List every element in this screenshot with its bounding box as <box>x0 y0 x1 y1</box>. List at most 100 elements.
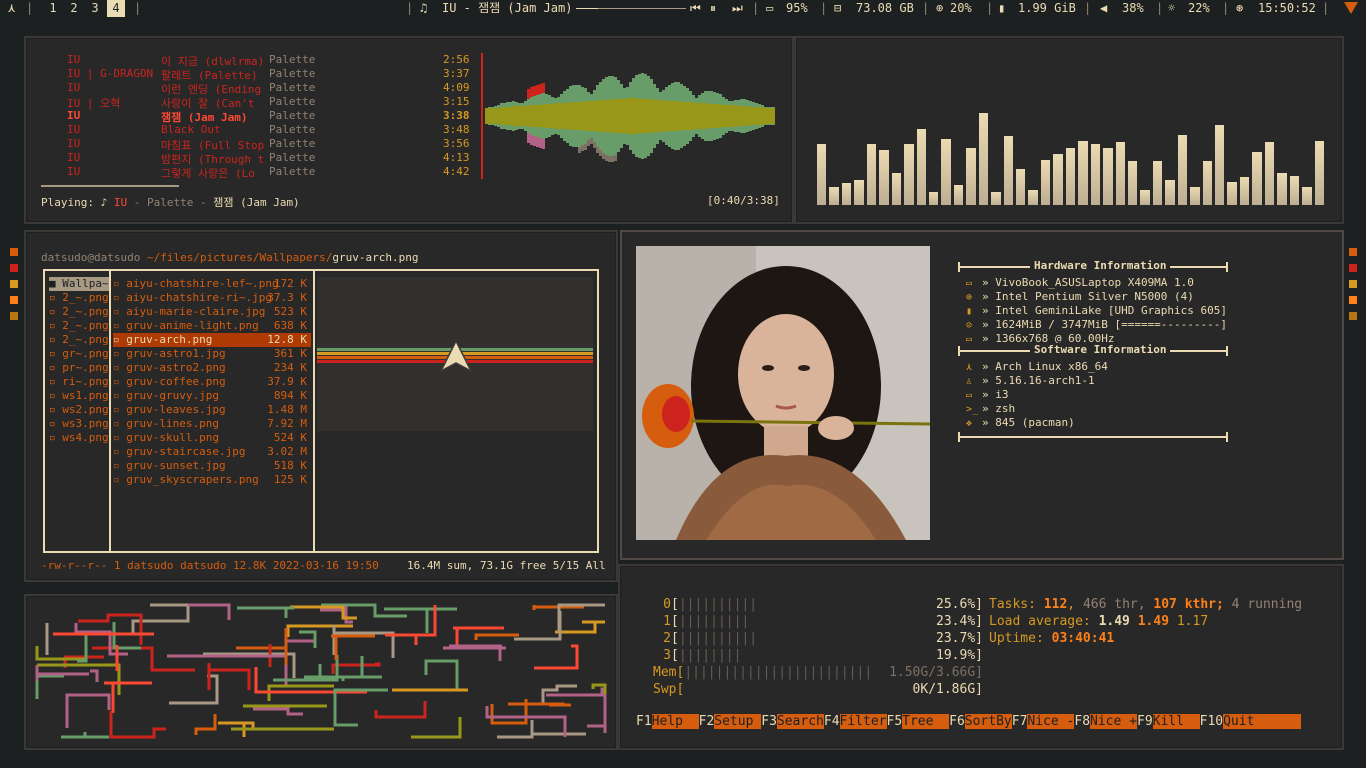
arch-logo-icon <box>439 339 473 373</box>
directory-summary: 16.4M sum, 73.1G free 5/15 All <box>407 559 606 572</box>
fkey-label: Quit <box>1223 714 1302 729</box>
media-next-button[interactable]: ⏭ <box>732 0 743 17</box>
file-size: 125 K <box>273 473 307 486</box>
playlist-separator <box>481 53 483 179</box>
cpu-percentage: 23.7%] <box>936 631 983 646</box>
workspace-3[interactable]: 3 <box>86 0 104 17</box>
fkey-f2[interactable]: F2Setup <box>699 714 762 729</box>
media-prev-button[interactable]: ⏮ <box>690 0 701 17</box>
spectrum-bar <box>904 143 914 205</box>
parent-dir-item[interactable]: ▫ ws1.png <box>49 389 109 403</box>
disk-icon: ⊟ <box>834 1 842 15</box>
pipe-segment <box>92 646 195 672</box>
info-row: ♙ » 5.16.16-arch1-1 <box>966 374 1108 388</box>
fkey-number: F1 <box>636 714 652 729</box>
file-row[interactable]: ▫ gruv-skull.png 524 K <box>113 431 311 445</box>
fkey-f3[interactable]: F3Search <box>761 714 824 729</box>
info-row: ▭ » VivoBook_ASUSLaptop X409MA 1.0 <box>966 276 1227 290</box>
track-artist: IU <box>67 109 81 122</box>
image-file-icon: ▫ <box>113 459 127 472</box>
bar-separator: | <box>1084 1 1092 15</box>
file-row[interactable]: ▫ gruv-lines.png 7.92 M <box>113 417 311 431</box>
fkey-f10[interactable]: F10Quit <box>1200 714 1302 729</box>
load-15: 1.17 <box>1176 614 1209 629</box>
fkey-label: Nice + <box>1090 714 1137 729</box>
bar-separator: | <box>406 1 414 15</box>
fkey-f4[interactable]: F4Filter <box>824 714 887 729</box>
cpu-icon: ⊕ <box>966 292 973 303</box>
spectrum-bar <box>1103 148 1113 205</box>
memory-value: 1.99 GiB <box>1018 1 1076 15</box>
file-row[interactable]: ▫ aiyu-marie-claire.jpg 523 K <box>113 305 311 319</box>
current-path: ~/files/pictures/Wallpapers/ <box>146 251 333 264</box>
parent-dir-item[interactable]: ▫ 2_~.png <box>49 319 109 333</box>
spectrum-bar <box>1314 140 1324 205</box>
tasks-label: Tasks: <box>989 597 1036 612</box>
file-row[interactable]: ▫ gruv-astro2.png 234 K <box>113 361 311 375</box>
file-row[interactable]: ▫ gruv-staircase.jpg 3.02 M <box>113 445 311 459</box>
parent-dir-item[interactable]: ▫ 2_~.png <box>49 333 109 347</box>
workspace-1[interactable]: 1 <box>44 0 62 17</box>
parent-dir-item[interactable]: ▫ 2_~.png <box>49 305 109 319</box>
parent-dir-item[interactable]: ▫ pr~.png <box>49 361 109 375</box>
file-name: aiyu-marie-claire.jpg <box>126 305 266 318</box>
file-row[interactable]: ▫ gruv-coffee.png 37.9 K <box>113 375 311 389</box>
fkey-f7[interactable]: F7Nice - <box>1012 714 1075 729</box>
file-row[interactable]: ▫ gruv-arch.png 12.8 K <box>113 333 311 347</box>
workspace-2[interactable]: 2 <box>65 0 83 17</box>
fkey-f1[interactable]: F1Help <box>636 714 699 729</box>
file-row[interactable]: ▫ gruv_skyscrapers.png 125 K <box>113 473 311 487</box>
parent-dir-item[interactable]: ■ Wallpa~ <box>49 277 109 291</box>
fkey-f8[interactable]: F8Nice + <box>1074 714 1137 729</box>
running-count: 4 running <box>1231 597 1303 612</box>
file-row[interactable]: ▫ gruv-gruvy.jpg 894 K <box>113 389 311 403</box>
pipe-segment <box>555 620 605 634</box>
file-row[interactable]: ▫ aiyu-chatshire-lef~.png 172 K <box>113 277 311 291</box>
cpu-usage-bar: |||||||||| <box>678 631 758 646</box>
item-name: ri~.png <box>62 375 109 388</box>
spectrum-bar <box>1040 159 1051 205</box>
info-text: » zsh <box>982 402 1016 415</box>
fkey-f6[interactable]: F6SortBy <box>949 714 1012 729</box>
parent-dir-item[interactable]: ▫ ri~.png <box>49 375 109 389</box>
file-size: 37.3 K <box>267 291 307 304</box>
kernel-icon: ♙ <box>966 376 973 387</box>
cpu-icon: ⊕ <box>936 1 944 15</box>
now-playing-text[interactable]: IU - 잼잼 (Jam Jam) <box>442 0 572 17</box>
pipes-canvas <box>35 603 607 739</box>
workspace-4[interactable]: 4 <box>107 0 125 17</box>
spectrum-bar <box>1090 143 1101 205</box>
parent-dir-item[interactable]: ▫ ws3.png <box>49 417 109 431</box>
fkey-number: F7 <box>1011 714 1028 729</box>
laptop-icon: ▭ <box>966 278 973 289</box>
track-duration: 3:48 <box>443 123 470 136</box>
spectrum-bar <box>928 191 939 205</box>
fkey-f9[interactable]: F9Kill <box>1137 714 1200 729</box>
parent-dir-item[interactable]: ▫ ws2.png <box>49 403 109 417</box>
file-row[interactable]: ▫ gruv-astro1.jpg 361 K <box>113 347 311 361</box>
pipe-segment <box>514 611 562 641</box>
fkey-f5[interactable]: F5Tree <box>887 714 950 729</box>
user-host: datsudo@datsudo <box>41 251 141 264</box>
arch-launcher-icon[interactable]: ⋏ <box>8 0 15 17</box>
pipe-segment <box>236 628 288 665</box>
file-row[interactable]: ▫ gruv-leaves.jpg 1.48 M <box>113 403 311 417</box>
volume-value[interactable]: 38% <box>1122 0 1144 17</box>
pipe-segment <box>474 633 519 640</box>
parent-dir-item[interactable]: ▫ ws4.png <box>49 431 109 445</box>
parent-dir-item[interactable]: ▫ 2_~.png <box>49 291 109 305</box>
volume-icon[interactable]: ◀ <box>1100 0 1107 17</box>
spectrum-bar <box>1028 190 1038 205</box>
power-menu-icon[interactable] <box>1344 2 1358 14</box>
media-pause-button[interactable]: ⏸ <box>710 0 716 17</box>
file-row[interactable]: ▫ aiyu-chatshire-ri~.jpg 37.3 K <box>113 291 311 305</box>
playback-time: [0:40/3:38] <box>707 194 780 207</box>
cpu-id: 0 <box>663 597 671 612</box>
playing-album: Palette <box>146 196 194 209</box>
info-row: >_» zsh <box>966 402 1108 416</box>
spectrum-bar <box>841 183 852 205</box>
parent-dir-item[interactable]: ▫ gr~.png <box>49 347 109 361</box>
file-row[interactable]: ▫ gruv-anime-light.png 638 K <box>113 319 311 333</box>
file-row[interactable]: ▫ gruv-sunset.jpg 518 K <box>113 459 311 473</box>
info-footer-line <box>958 430 1228 444</box>
